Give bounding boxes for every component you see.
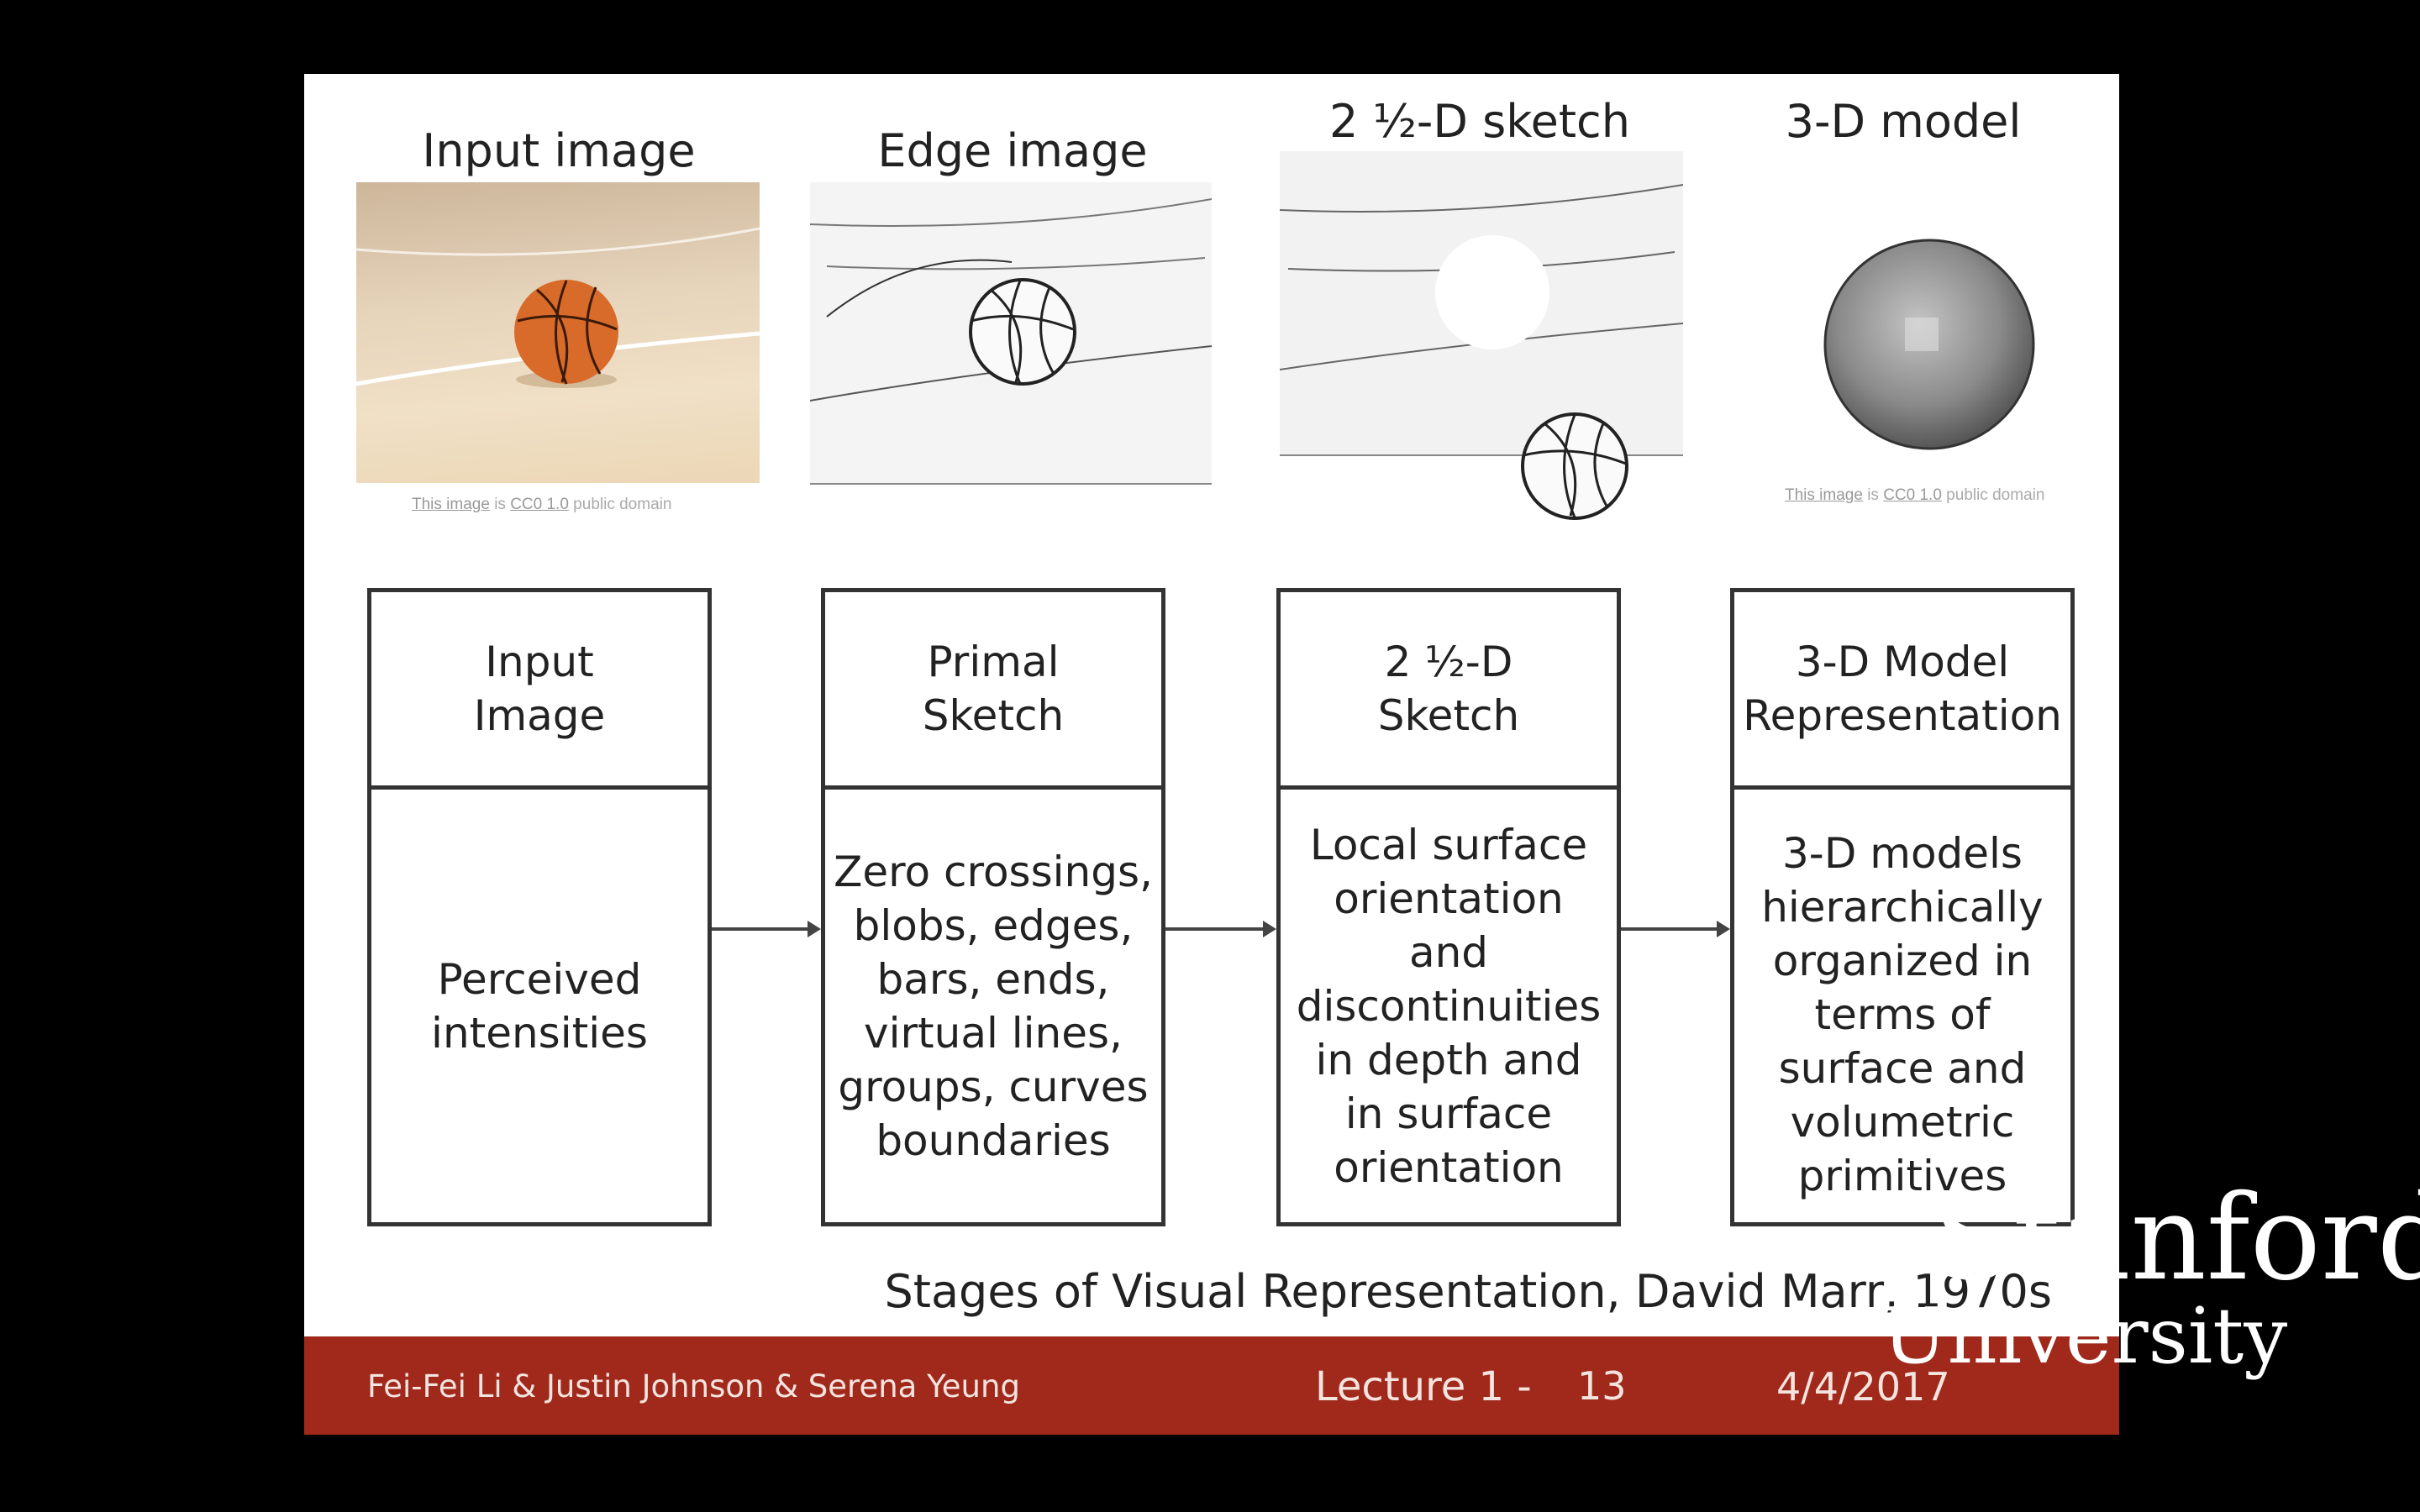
license-link[interactable]: CC0 1.0 [510, 496, 569, 513]
stage-box-3d-model: 3-D Model Representation 3-D models hier… [1730, 588, 2075, 1226]
stage-head: 2 ½-D Sketch [1281, 592, 1617, 790]
lecture-slide: Input image Edge image 2 ½-D sketch 3-D … [304, 74, 2119, 1435]
arrow-icon [1621, 921, 1730, 937]
stage-box-two-half-d-sketch: 2 ½-D Sketch Local surface orientation a… [1276, 588, 1621, 1226]
title-input-image: Input image [422, 124, 696, 177]
stanford-logo-line1: Stanford [1933, 1170, 2420, 1307]
slide-caption: Stages of Visual Representation, David M… [884, 1265, 2052, 1318]
stage-box-input-image: Input Image Perceived intensities [367, 588, 712, 1226]
stage-body: 3-D models hierarchically organized in t… [1761, 828, 2044, 1200]
basketball-photo [356, 227, 760, 388]
input-image-basketball [356, 182, 760, 483]
stage-body: Perceived intensities [431, 954, 648, 1058]
footer-page-number: 13 [1577, 1363, 1627, 1409]
credit-link[interactable]: This image [1785, 486, 1863, 504]
two-half-d-sketch-image [1280, 151, 1683, 521]
credit-3d-model: This image is CC0 1.0 public domain [1785, 486, 2044, 505]
arrow-icon [1165, 921, 1276, 937]
credit-link[interactable]: This image [412, 496, 490, 513]
stage-head: 3-D Model Representation [1734, 592, 2070, 790]
stage-body: Local surface orientation and discontinu… [1296, 820, 1602, 1192]
title-edge-image: Edge image [877, 124, 1148, 177]
slide-footer: Fei-Fei Li & Justin Johnson & Serena Yeu… [304, 1336, 2119, 1435]
sketch-drawing [1280, 151, 1683, 520]
sphere-3d-model [1823, 239, 2035, 450]
arrow-icon [712, 921, 821, 937]
license-link[interactable]: CC0 1.0 [1883, 486, 1942, 504]
credit-input-image: This image is CC0 1.0 public domain [412, 496, 671, 514]
stage-box-primal-sketch: Primal Sketch Zero crossings, blobs, edg… [821, 588, 1165, 1226]
stage-head: Input Image [371, 592, 708, 790]
stage-body: Zero crossings, blobs, edges, bars, ends… [834, 847, 1153, 1165]
stanford-logo-line2: University [1882, 1291, 2288, 1381]
credit-text: is [489, 496, 511, 513]
stage-head: Primal Sketch [825, 592, 1161, 790]
credit-text: public domain [1941, 486, 2045, 504]
edge-image [810, 182, 1212, 485]
footer-lecture: Lecture 1 - [1315, 1363, 1532, 1410]
credit-text: public domain [568, 496, 672, 513]
edge-sketch [810, 198, 1212, 402]
title-3d-model: 3-D model [1785, 95, 2022, 148]
credit-text: is [1862, 486, 1884, 504]
footer-authors: Fei-Fei Li & Justin Johnson & Serena Yeu… [367, 1368, 1020, 1404]
